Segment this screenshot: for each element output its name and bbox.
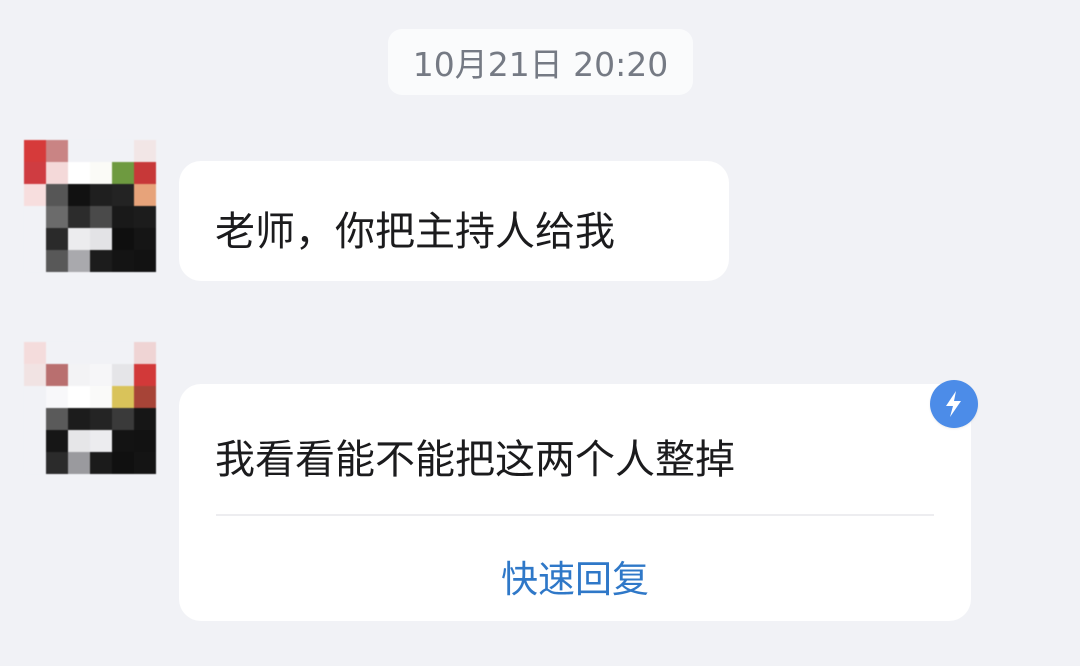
avatar[interactable] — [24, 342, 156, 474]
divider — [216, 514, 934, 516]
avatar[interactable] — [24, 140, 156, 272]
message-text: 老师，你把主持人给我 — [215, 209, 615, 255]
lightning-icon — [930, 380, 978, 428]
message-bubble[interactable]: 老师，你把主持人给我 — [179, 161, 729, 281]
message-bubble[interactable]: 我看看能不能把这两个人整掉 快速回复 — [179, 384, 971, 621]
message-text: 我看看能不能把这两个人整掉 — [215, 437, 735, 483]
chat-timestamp: 10月21日 20:20 — [388, 29, 693, 95]
lightning-icon-glyph — [946, 391, 961, 417]
quick-reply-button[interactable]: 快速回复 — [179, 549, 971, 603]
